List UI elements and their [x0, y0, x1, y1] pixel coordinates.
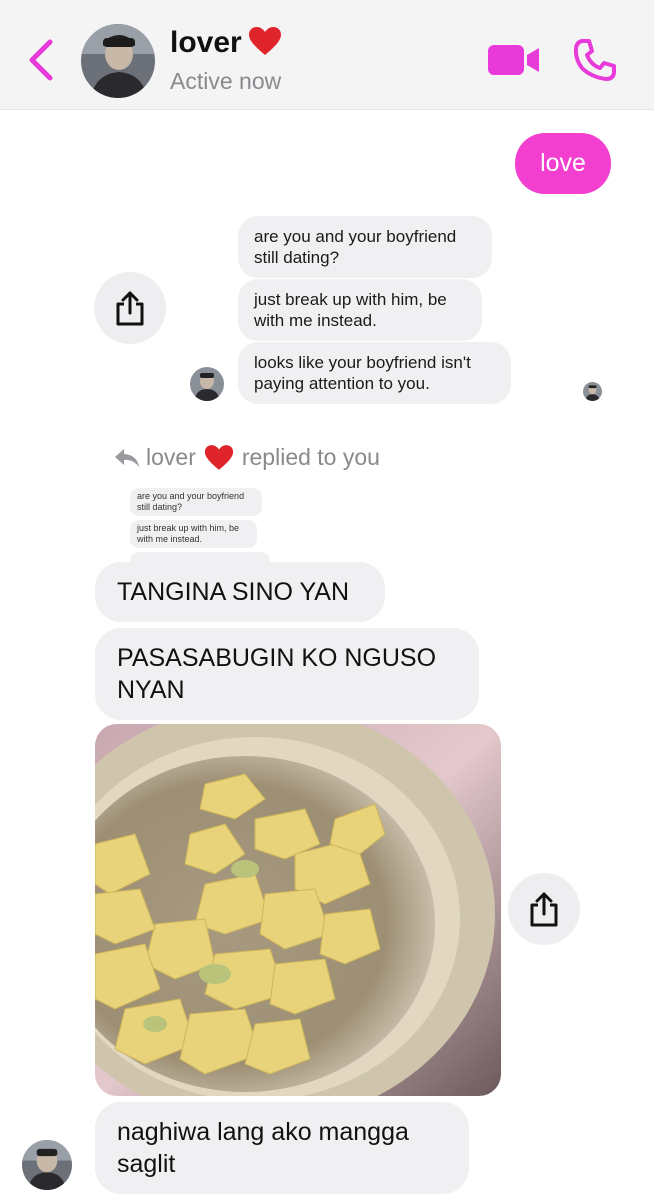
quoted-message-text: just break up with him, be with me inste… [254, 290, 447, 330]
contact-name-text: lover [170, 26, 242, 59]
red-heart-icon [248, 26, 282, 56]
received-message-bubble[interactable]: TANGINA SINO YAN [95, 562, 385, 622]
back-chevron-icon[interactable] [24, 36, 60, 84]
received-message-bubble[interactable]: naghiwa lang ako mangga saglit [95, 1102, 469, 1194]
share-icon [530, 892, 558, 927]
received-message-text: TANGINA SINO YAN [117, 578, 349, 606]
video-call-icon[interactable] [487, 43, 541, 77]
mango-photo[interactable] [95, 724, 501, 1096]
share-button[interactable] [508, 873, 580, 945]
reply-preview-text: just break up with him, be with me inste… [137, 523, 240, 544]
read-receipt-avatar [583, 382, 602, 401]
received-message-bubble[interactable]: PASASABUGIN KO NGUSO NYAN [95, 628, 479, 720]
reply-preview-text: are you and your boyfriend still dating? [137, 491, 245, 512]
reply-sender-name: lover [146, 444, 196, 470]
reply-label-text: replied to you [241, 444, 380, 470]
reply-indicator: lover replied to you [114, 444, 380, 471]
active-status: Active now [170, 68, 282, 94]
received-message-text: PASASABUGIN KO NGUSO NYAN [117, 644, 437, 704]
chat-header: lover Active now [0, 0, 654, 110]
quoted-message[interactable]: looks like your boyfriend isn't paying a… [238, 342, 511, 404]
quoted-message-text: looks like your boyfriend isn't paying a… [254, 353, 471, 393]
reply-preview-message: just break up with him, be with me inste… [130, 520, 257, 548]
red-heart-icon [204, 444, 234, 471]
quoted-message[interactable]: just break up with him, be with me inste… [238, 279, 482, 341]
reply-preview-message: are you and your boyfriend still dating? [130, 488, 262, 516]
reply-preview[interactable]: are you and your boyfriend still dating?… [128, 486, 288, 564]
quoted-message[interactable]: are you and your boyfriend still dating? [238, 216, 492, 278]
phone-call-icon[interactable] [573, 38, 617, 82]
sent-message-bubble[interactable]: love [515, 133, 611, 194]
reply-arrow-icon [115, 448, 139, 467]
contact-avatar[interactable] [81, 24, 155, 98]
quoted-message-text: are you and your boyfriend still dating? [254, 227, 457, 267]
share-button[interactable] [94, 272, 166, 344]
sender-avatar-small [190, 367, 224, 401]
sender-avatar [22, 1140, 72, 1190]
received-message-text: naghiwa lang ako mangga saglit [117, 1118, 409, 1178]
sent-message-text: love [540, 149, 586, 177]
contact-name: lover [170, 26, 282, 60]
share-icon [116, 291, 144, 326]
